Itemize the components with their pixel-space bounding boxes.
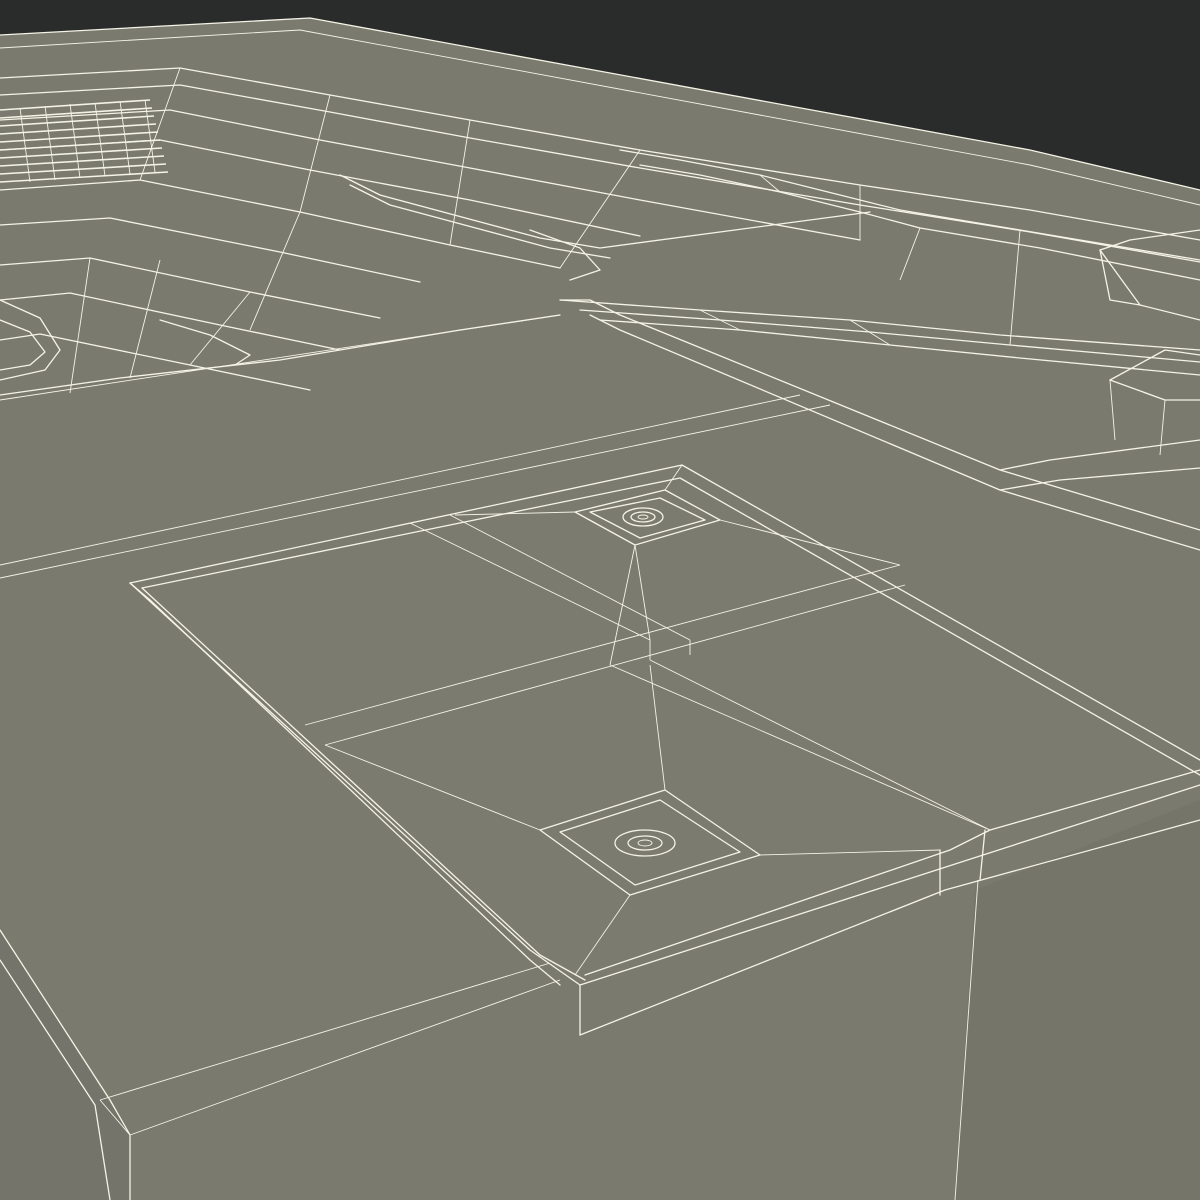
wireframe-render-viewport <box>0 0 1200 1200</box>
wireframe-model-svg <box>0 0 1200 1200</box>
